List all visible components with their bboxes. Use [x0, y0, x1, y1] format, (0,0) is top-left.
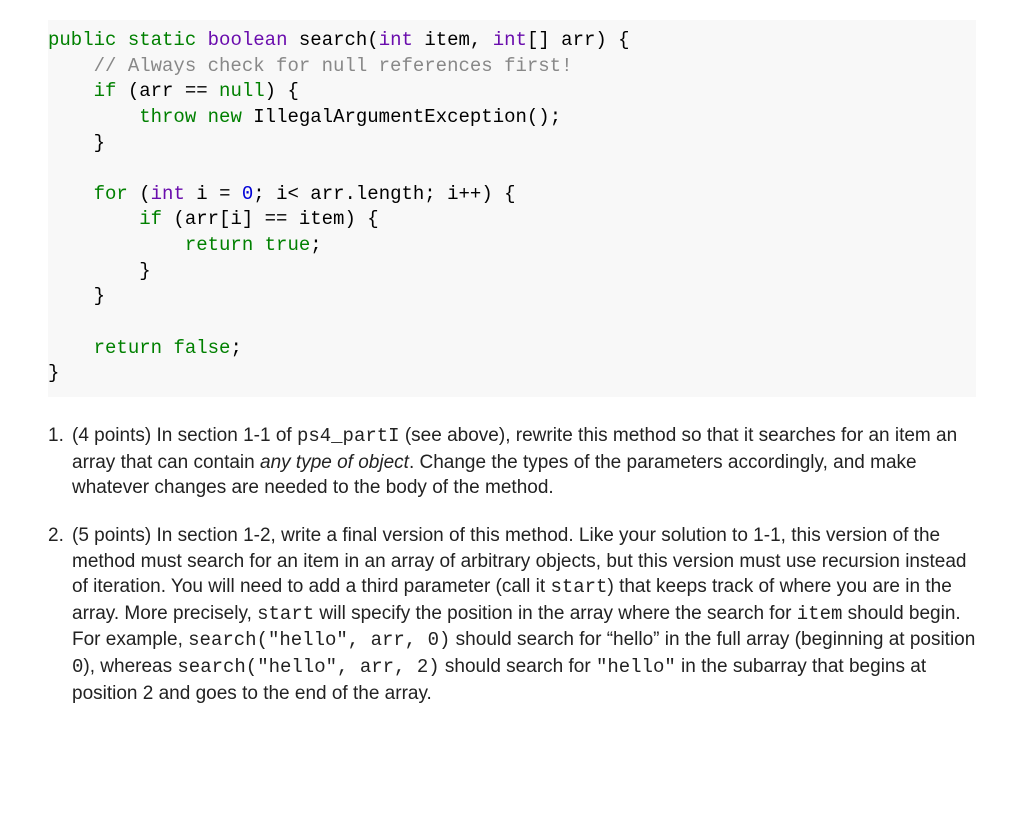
code-token: ) { [265, 80, 299, 102]
code-token: 0 [242, 183, 253, 205]
inline-code: search("hello", arr, 0) [188, 629, 450, 651]
text-run: (4 points) In section 1-1 of [72, 425, 297, 446]
code-token: if [94, 80, 117, 102]
question-list: 1.(4 points) In section 1-1 of ps4_partI… [48, 423, 976, 706]
code-token: boolean [208, 29, 288, 51]
inline-code: "hello" [596, 656, 676, 678]
code-token: new [208, 106, 242, 128]
code-token [196, 106, 207, 128]
code-line: // Always check for null references firs… [48, 54, 976, 80]
code-line: return true; [48, 233, 976, 259]
code-token: public [48, 29, 116, 51]
code-token: (arr == [116, 80, 219, 102]
code-line: } [48, 361, 976, 387]
code-token: int [151, 183, 185, 205]
question-body: (4 points) In section 1-1 of ps4_partI (… [72, 423, 976, 501]
code-token: } [48, 362, 59, 384]
code-token: ; i< arr.length; i++) { [253, 183, 515, 205]
code-token: true [265, 234, 311, 256]
code-token [48, 55, 94, 77]
code-token [116, 29, 127, 51]
code-line: for (int i = 0; i< arr.length; i++) { [48, 182, 976, 208]
page-root: public static boolean search(int item, i… [0, 0, 1024, 758]
code-token [48, 106, 139, 128]
code-token: (arr[i] == item) { [162, 208, 379, 230]
inline-code: ps4_partI [297, 425, 400, 447]
code-block: public static boolean search(int item, i… [48, 20, 976, 397]
code-token [48, 337, 94, 359]
code-token: false [173, 337, 230, 359]
code-token: null [219, 80, 265, 102]
code-token: item, [413, 29, 493, 51]
text-run: ), whereas [83, 656, 177, 677]
question: 2.(5 points) In section 1-2, write a fin… [48, 523, 976, 706]
italic-text: any type of object [260, 452, 409, 473]
code-token [48, 208, 139, 230]
code-token: // Always check for null references firs… [94, 55, 573, 77]
code-line: if (arr[i] == item) { [48, 207, 976, 233]
code-token: i = [185, 183, 242, 205]
code-line: } [48, 259, 976, 285]
code-token: ; [310, 234, 321, 256]
code-token: return [94, 337, 162, 359]
code-line: throw new IllegalArgumentException(); [48, 105, 976, 131]
code-token: static [128, 29, 196, 51]
code-token: throw [139, 106, 196, 128]
code-token: if [139, 208, 162, 230]
code-token: } [48, 132, 105, 154]
question-number: 1. [48, 423, 72, 501]
text-run: will specify the position in the array w… [314, 603, 797, 624]
question: 1.(4 points) In section 1-1 of ps4_partI… [48, 423, 976, 501]
inline-code: 0 [72, 656, 83, 678]
question-number: 2. [48, 523, 72, 706]
code-token: ; [230, 337, 241, 359]
code-token: } [48, 285, 105, 307]
inline-code: item [797, 603, 843, 625]
inline-code: search("hello", arr, 2) [177, 656, 439, 678]
code-token: ( [128, 183, 151, 205]
code-token: for [94, 183, 128, 205]
code-token: return [185, 234, 253, 256]
code-token [48, 80, 94, 102]
code-token [48, 183, 94, 205]
code-token [196, 29, 207, 51]
code-token: [] arr) { [527, 29, 630, 51]
code-line: } [48, 131, 976, 157]
code-token: int [379, 29, 413, 51]
code-token [253, 234, 264, 256]
code-line: return false; [48, 336, 976, 362]
code-line [48, 310, 976, 336]
code-line [48, 156, 976, 182]
code-token: int [493, 29, 527, 51]
code-token: search( [287, 29, 378, 51]
text-run: should search for [440, 656, 596, 677]
code-line: public static boolean search(int item, i… [48, 28, 976, 54]
code-token [48, 234, 185, 256]
inline-code: start [257, 603, 314, 625]
text-run: should search for “hello” in the full ar… [450, 629, 975, 650]
inline-code: start [550, 576, 607, 598]
code-token: IllegalArgumentException(); [242, 106, 561, 128]
code-token: } [48, 260, 151, 282]
code-line: } [48, 284, 976, 310]
code-token [162, 337, 173, 359]
question-body: (5 points) In section 1-2, write a final… [72, 523, 976, 706]
code-line: if (arr == null) { [48, 79, 976, 105]
